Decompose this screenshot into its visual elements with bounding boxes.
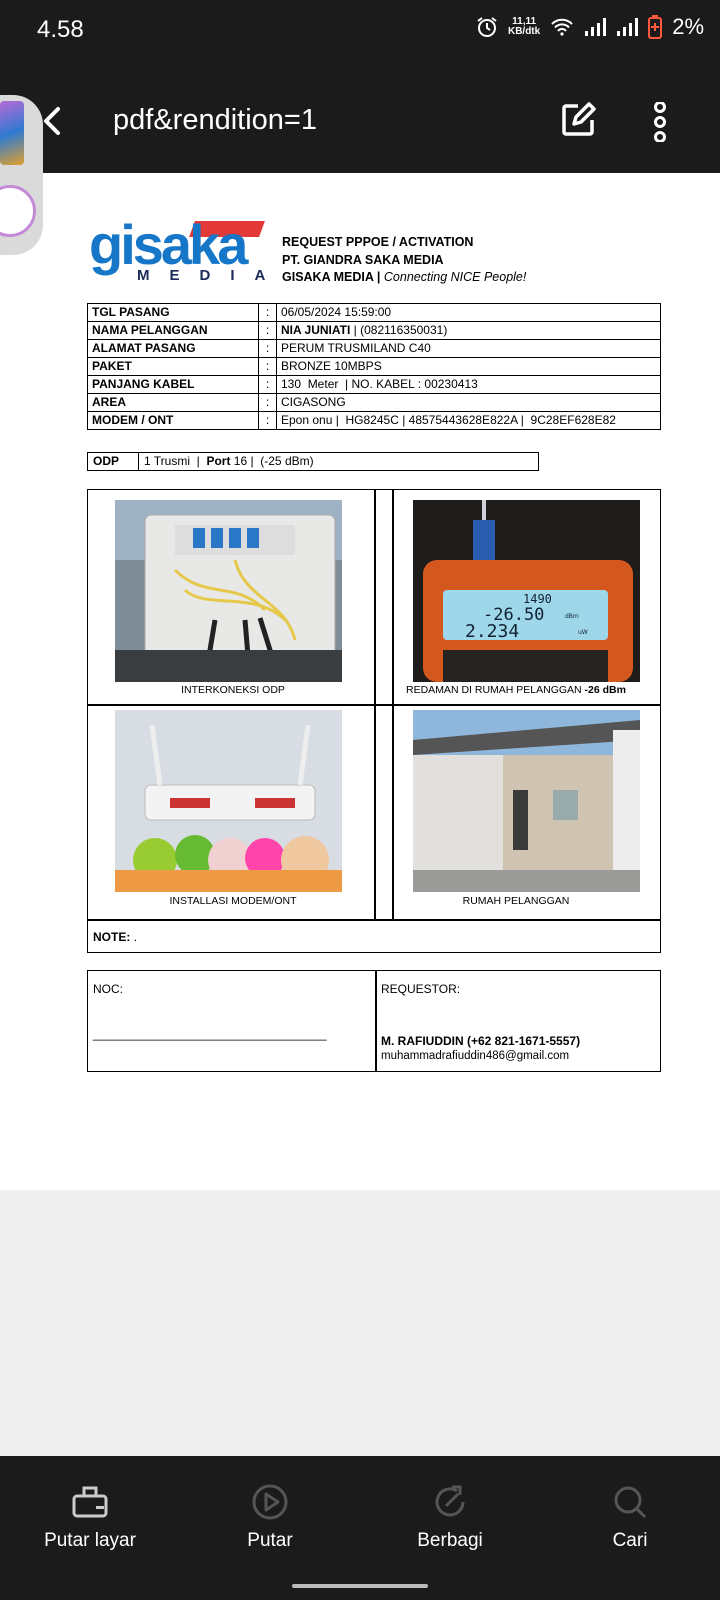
signature-box: NOC: ___________________________________…	[87, 970, 661, 1072]
wifi-icon	[551, 18, 573, 36]
bottom-nav: Putar layar Putar Berbagi Cari	[0, 1456, 720, 1600]
customer-info-table: TGL PASANG:06/05/2024 15:59:00 NAMA PELA…	[87, 303, 661, 430]
net-speed: 11,11 KB/dtk	[507, 16, 541, 37]
nav-berbagi[interactable]: Berbagi	[360, 1482, 540, 1552]
photo-power-meter: 1490 -26.50 2.234 dBm uW	[413, 500, 640, 682]
photo-odp-interconnect	[115, 500, 342, 682]
status-icons: 11,11 KB/dtk 2%	[476, 14, 704, 40]
photo-grid: INTERKONEKSI ODP 1490 -26.50 2.234 dBm u…	[87, 489, 661, 953]
note-field: NOTE: .	[93, 930, 138, 944]
table-row: PAKET: BRONZE 10MBPS	[87, 357, 661, 376]
battery-low-icon	[648, 15, 663, 39]
svg-text:dBm: dBm	[565, 613, 579, 620]
battery-percent: 2%	[672, 14, 704, 39]
requestor-email: muhammadrafiuddin486@gmail.com	[381, 1050, 570, 1062]
page-title: pdf&rendition=1	[113, 104, 317, 136]
nav-putar[interactable]: Putar	[180, 1482, 360, 1552]
edit-icon[interactable]	[560, 102, 596, 138]
app-bar: pdf&rendition=1	[0, 60, 720, 173]
share-icon	[435, 1485, 465, 1517]
more-options-icon[interactable]	[650, 102, 670, 142]
assistant-bubble-icon[interactable]	[0, 185, 36, 237]
app-thumbnail	[0, 101, 24, 165]
noc-label: NOC:	[93, 982, 123, 996]
table-row: PANJANG KABEL:130 Meter | NO. KABEL : 00…	[87, 375, 661, 394]
status-bar: 4.58 11,11 KB/dtk 2%	[0, 0, 720, 60]
requestor-name: M. RAFIUDDIN (+62 821-1671-5557)	[381, 1034, 581, 1048]
noc-signature-line: ___________________________________	[93, 1027, 327, 1041]
photo-customer-house	[413, 710, 640, 892]
play-icon	[252, 1484, 288, 1520]
status-time: 4.58	[37, 16, 84, 43]
document-header: REQUEST PPPOE / ACTIVATION PT. GIANDRA S…	[282, 235, 527, 284]
gisaka-logo: gisaka MEDIA	[89, 213, 286, 285]
table-row: TGL PASANG:06/05/2024 15:59:00	[87, 303, 661, 322]
table-row: MODEM / ONT: Epon onu | HG8245C | 4857544…	[87, 411, 661, 430]
home-indicator[interactable]	[292, 1584, 428, 1588]
svg-text:uW: uW	[578, 629, 588, 636]
svg-text:2.234: 2.234	[465, 621, 519, 642]
floating-app-bubble[interactable]	[0, 95, 43, 255]
nav-cari[interactable]: Cari	[540, 1482, 720, 1552]
signal-icon	[585, 18, 607, 36]
odp-table: ODP 1 Trusmi | Port 16 | (-25 dBm)	[87, 452, 539, 471]
search-icon	[614, 1486, 647, 1519]
table-row: AREA: CIGASONG	[87, 393, 661, 412]
alarm-icon	[477, 17, 497, 37]
caption-redaman: REDAMAN DI RUMAH PELANGGAN -26 dBm	[406, 684, 626, 696]
nav-putar-layar[interactable]: Putar layar	[0, 1482, 180, 1552]
requestor-label: REQUESTOR:	[381, 982, 461, 996]
svg-text:1490: 1490	[523, 592, 552, 606]
photo-modem-installation	[115, 710, 342, 892]
table-row: ALAMAT PASANG: PERUM TRUSMILAND C40	[87, 339, 661, 358]
table-row: ODP 1 Trusmi | Port 16 | (-25 dBm)	[87, 452, 539, 471]
signal-icon-2	[617, 18, 639, 36]
cast-screen-icon	[72, 1486, 108, 1518]
table-row: NAMA PELANGGAN: NIA JUNIATI | (0821163500…	[87, 321, 661, 340]
